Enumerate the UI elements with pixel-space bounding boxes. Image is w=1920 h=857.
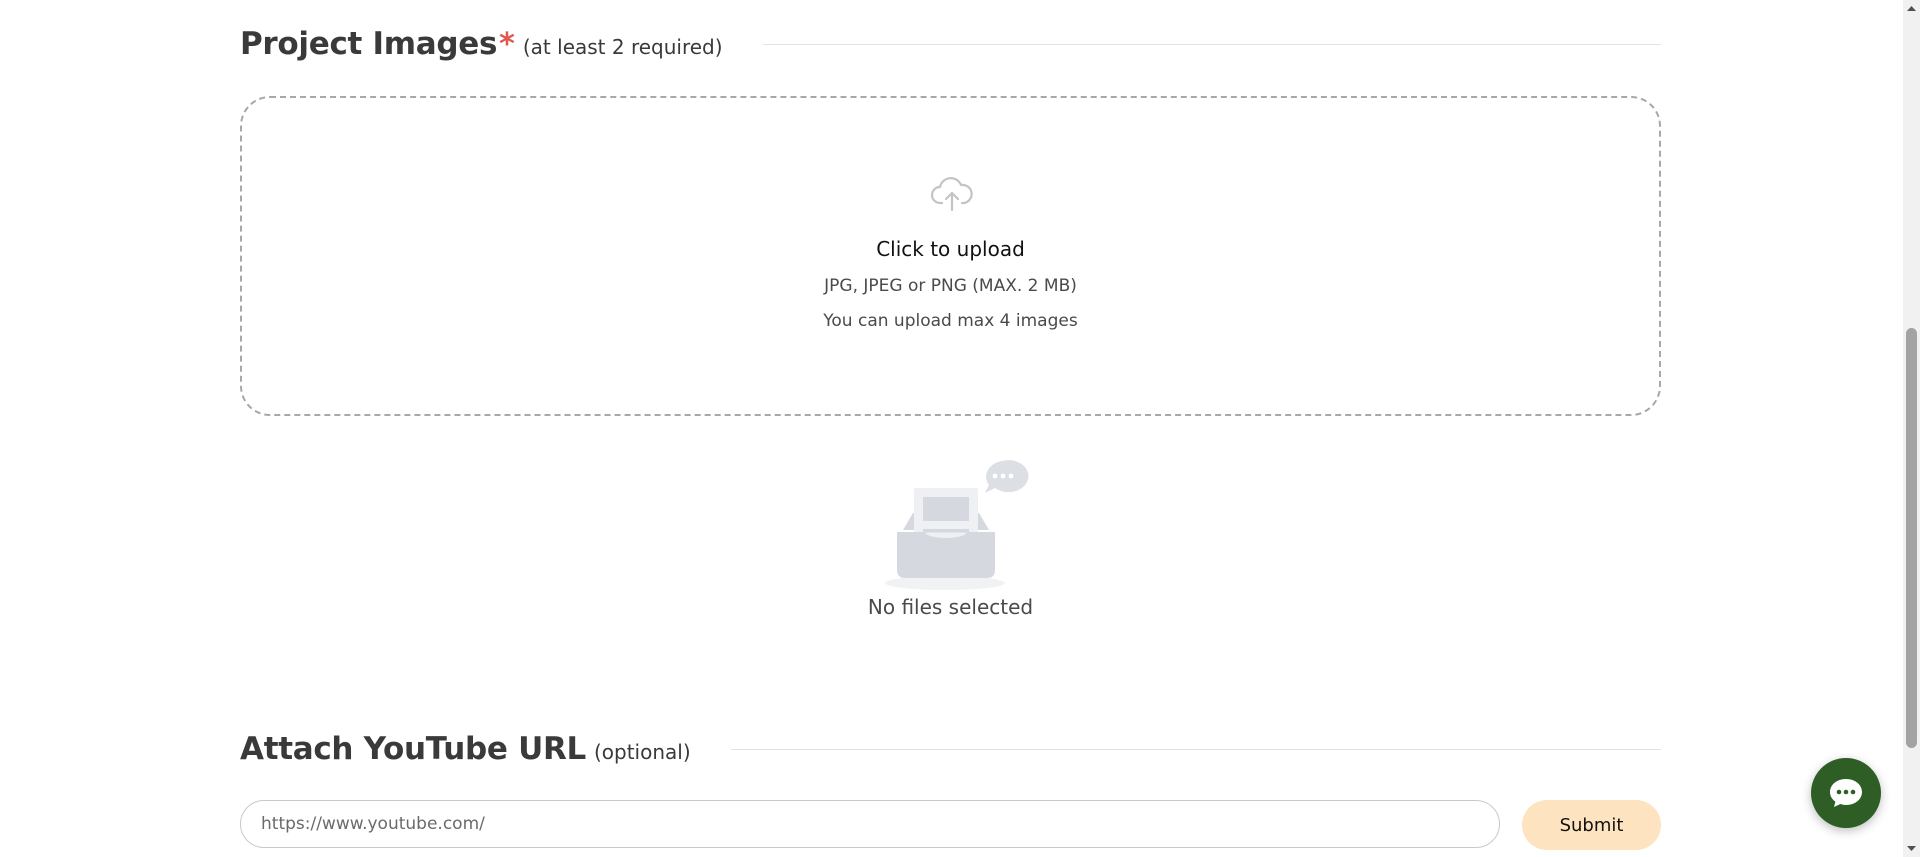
upload-formats: JPG, JPEG or PNG (MAX. 2 MB) xyxy=(824,276,1077,296)
chat-bubble-icon xyxy=(1830,779,1862,807)
required-mark: * xyxy=(499,27,515,62)
vertical-scrollbar[interactable] xyxy=(1903,0,1920,857)
youtube-url-input[interactable] xyxy=(240,800,1500,848)
scroll-down-arrow-icon[interactable] xyxy=(1903,840,1920,857)
upload-prompt: Click to upload xyxy=(876,237,1025,261)
youtube-url-title: Attach YouTube URL xyxy=(240,731,586,767)
cloud-upload-icon xyxy=(930,177,973,212)
page: Project Images * (at least 2 required) C… xyxy=(0,0,1920,857)
chat-button[interactable] xyxy=(1811,758,1881,828)
image-upload-dropzone[interactable]: Click to upload JPG, JPEG or PNG (MAX. 2… xyxy=(240,96,1661,416)
project-images-header: Project Images * (at least 2 required) xyxy=(240,26,1661,62)
submit-button[interactable]: Submit xyxy=(1522,800,1661,850)
scroll-up-arrow-icon[interactable] xyxy=(1903,0,1920,17)
upload-limit: You can upload max 4 images xyxy=(823,311,1078,331)
project-images-title: Project Images xyxy=(240,26,498,62)
section-divider xyxy=(762,43,1661,45)
no-files-text: No files selected xyxy=(867,595,1034,619)
project-images-note: (at least 2 required) xyxy=(522,35,723,59)
youtube-url-note: (optional) xyxy=(593,740,691,764)
scrollbar-thumb[interactable] xyxy=(1906,328,1917,748)
youtube-url-header: Attach YouTube URL (optional) xyxy=(240,731,1661,767)
section-divider xyxy=(730,748,1661,750)
empty-inbox-illustration xyxy=(885,460,1029,590)
